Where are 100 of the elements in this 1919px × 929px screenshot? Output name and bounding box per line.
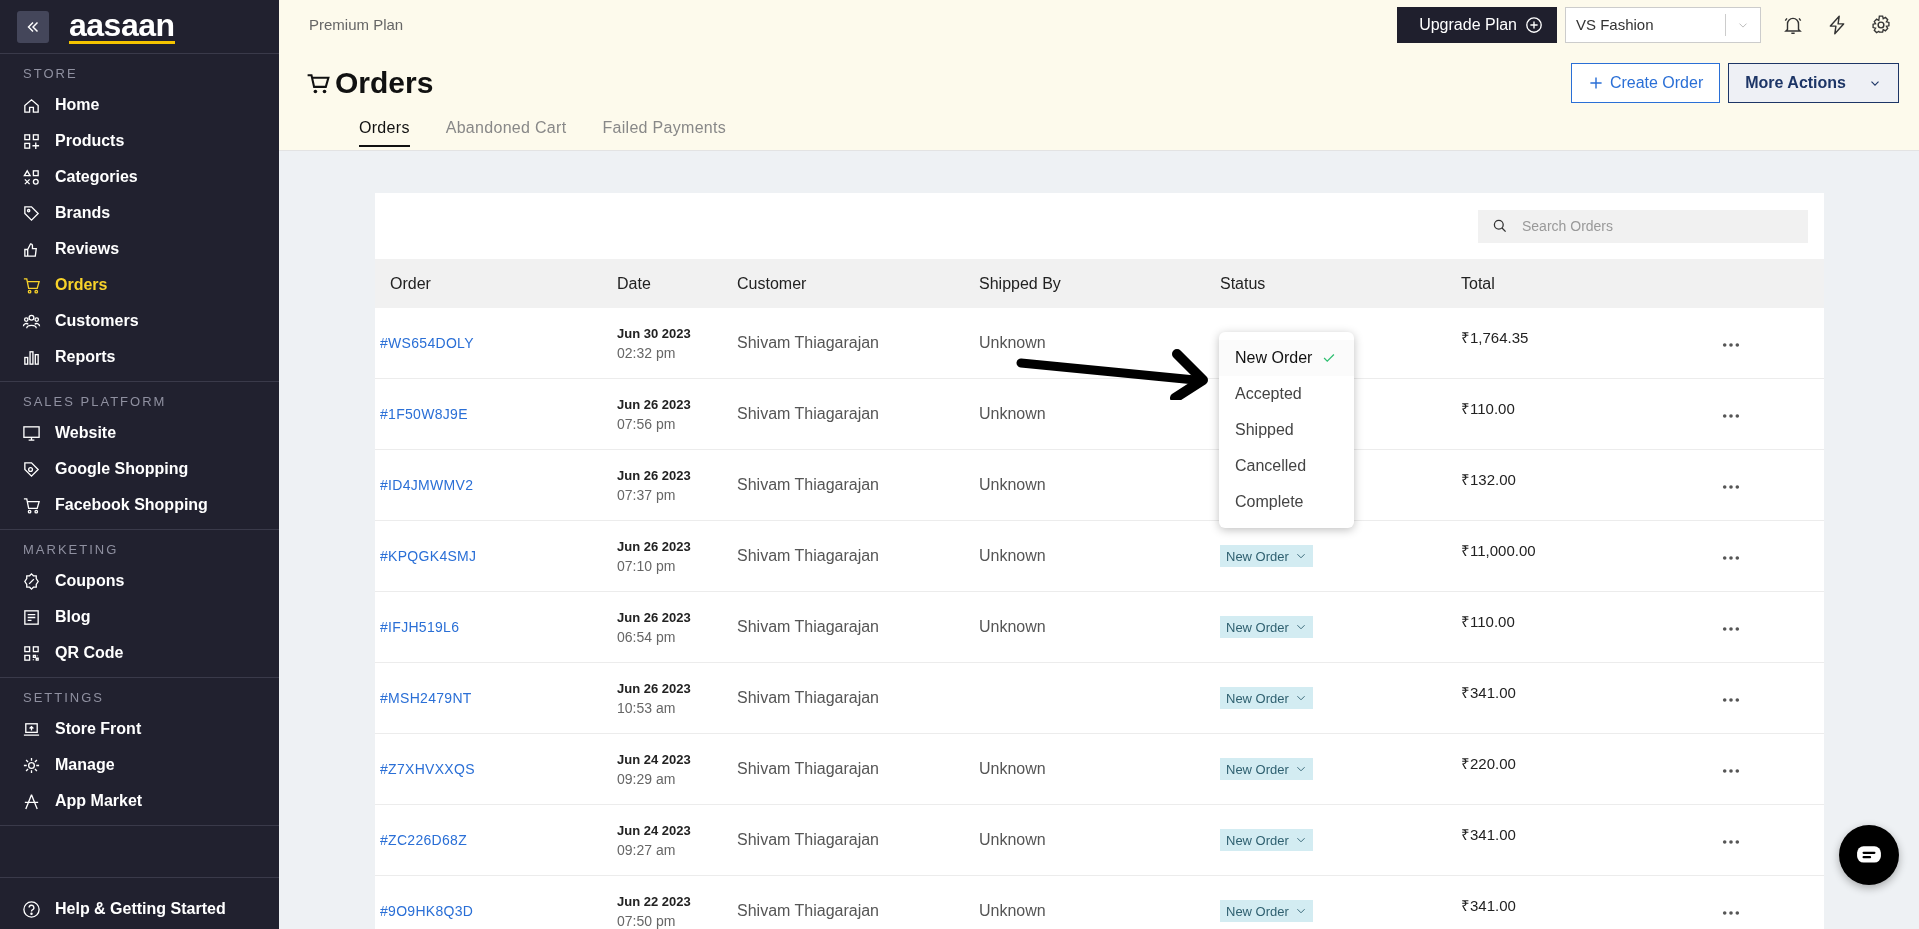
section-title: SETTINGS [22, 690, 105, 707]
badge-icon [22, 571, 41, 591]
check-icon [1322, 351, 1337, 365]
logo: aasaan [69, 9, 175, 44]
customer-name: Shivam Thiagarajan [737, 405, 880, 423]
order-time: 07:56 pm [617, 415, 677, 432]
status-dropdown[interactable]: New Order [1220, 829, 1313, 851]
more-actions-button[interactable]: More Actions [1728, 63, 1899, 103]
order-time: 06:54 pm [617, 628, 677, 645]
plus-icon [1587, 75, 1604, 91]
status-dropdown[interactable]: New Order [1220, 616, 1313, 638]
more-icon[interactable] [1722, 839, 1740, 845]
order-link[interactable]: #Z7XHVXXQS [380, 761, 617, 777]
order-date: Jun 26 2023 [617, 396, 692, 412]
tab[interactable]: Orders [359, 119, 410, 147]
search-field[interactable]: Search Orders [1478, 209, 1808, 243]
status-dropdown[interactable]: New Order [1220, 900, 1313, 922]
sidebar-item[interactable]: Reports [0, 339, 279, 375]
more-icon[interactable] [1722, 342, 1740, 348]
order-link[interactable]: #9O9HK8Q3D [380, 903, 617, 919]
help-icon [22, 899, 41, 919]
status-option[interactable]: Cancelled [1219, 448, 1354, 484]
order-total: ₹132.00 [1461, 470, 1517, 489]
upgrade-plan-button[interactable]: Upgrade Plan [1397, 6, 1557, 43]
more-icon[interactable] [1722, 484, 1740, 490]
order-date: Jun 24 2023 [617, 822, 692, 838]
customer-name: Shivam Thiagarajan [737, 334, 880, 352]
sidebar-item[interactable]: Reviews [0, 231, 279, 267]
order-link[interactable]: #MSH2479NT [380, 690, 617, 706]
shipped-by: Unknown [979, 405, 1047, 423]
sidebar-item[interactable]: App Market [0, 783, 279, 819]
customer-name: Shivam Thiagarajan [737, 831, 880, 849]
section-title: MARKETING [22, 542, 120, 559]
customer-name: Shivam Thiagarajan [737, 547, 880, 565]
order-total: ₹341.00 [1461, 896, 1517, 915]
status-option[interactable]: Shipped [1219, 412, 1354, 448]
order-link[interactable]: #KPQGK4SMJ [380, 548, 617, 564]
customer-name: Shivam Thiagarajan [737, 902, 880, 920]
shipped-by: Unknown [979, 547, 1047, 565]
store-select[interactable]: VS Fashion [1565, 6, 1761, 43]
sidebar-item[interactable]: Customers [0, 303, 279, 339]
shipped-by: Unknown [979, 902, 1047, 920]
order-date: Jun 24 2023 [617, 751, 692, 767]
order-date: Jun 26 2023 [617, 538, 692, 554]
search-icon [1492, 217, 1508, 234]
sidebar-item[interactable]: Home [0, 87, 279, 123]
order-link[interactable]: #1F50W8J9E [380, 406, 617, 422]
customer-name: Shivam Thiagarajan [737, 760, 880, 778]
shipped-by: Unknown [979, 334, 1047, 352]
shipped-by: Unknown [979, 831, 1047, 849]
more-icon[interactable] [1722, 768, 1740, 774]
more-icon[interactable] [1722, 697, 1740, 703]
tab[interactable]: Abandoned Cart [445, 119, 567, 147]
sidebar-item[interactable]: Facebook Shopping [0, 487, 279, 523]
order-time: 07:37 pm [617, 486, 677, 503]
status-dropdown[interactable]: New Order [1220, 687, 1313, 709]
order-link[interactable]: #IFJH519L6 [380, 619, 617, 635]
sidebar-item[interactable]: Manage [0, 747, 279, 783]
sidebar-item[interactable]: QR Code [0, 635, 279, 671]
order-date: Jun 22 2023 [617, 893, 692, 909]
grid-icon [22, 131, 41, 151]
plan-label: Premium Plan [309, 16, 404, 33]
sidebar-item[interactable]: Google Shopping [0, 451, 279, 487]
settings-icon[interactable] [1870, 13, 1892, 36]
create-order-button[interactable]: Create Order [1570, 63, 1721, 103]
order-time: 09:29 am [617, 770, 677, 787]
more-icon[interactable] [1722, 555, 1740, 561]
shipped-by: Unknown [979, 760, 1047, 778]
status-dropdown[interactable]: New Order [1220, 545, 1313, 567]
order-link[interactable]: #WS654DOLY [380, 335, 617, 351]
shapes-icon [22, 167, 41, 187]
order-date: Jun 26 2023 [617, 609, 692, 625]
column-header: Order [390, 274, 432, 293]
column-header: Date [617, 274, 652, 293]
sidebar-item[interactable]: Categories [0, 159, 279, 195]
order-time: 10:53 am [617, 699, 677, 716]
sidebar-item[interactable]: Coupons [0, 563, 279, 599]
order-total: ₹1,764.35 [1461, 328, 1530, 347]
sidebar-item[interactable]: Products [0, 123, 279, 159]
tag-icon [22, 203, 41, 223]
shipped-by: Unknown [979, 618, 1047, 636]
section-title: STORE [22, 66, 79, 83]
more-icon[interactable] [1722, 413, 1740, 419]
sidebar-item[interactable]: Store Front [0, 711, 279, 747]
more-icon[interactable] [1722, 910, 1740, 916]
order-time: 09:27 am [617, 841, 677, 858]
sidebar-item[interactable]: Orders [0, 267, 279, 303]
order-link[interactable]: #ID4JMWMV2 [380, 477, 617, 493]
status-option[interactable]: Complete [1219, 484, 1354, 520]
status-option[interactable]: Accepted [1219, 376, 1354, 412]
order-link[interactable]: #ZC226D68Z [380, 832, 617, 848]
sidebar-item[interactable]: Brands [0, 195, 279, 231]
sidebar-item[interactable]: Website [0, 415, 279, 451]
collapse-button[interactable] [17, 10, 49, 43]
order-date: Jun 26 2023 [617, 467, 692, 483]
status-option[interactable]: New Order [1219, 340, 1354, 376]
sidebar-item[interactable]: Blog [0, 599, 279, 635]
order-date: Jun 26 2023 [617, 680, 692, 696]
status-dropdown[interactable]: New Order [1220, 758, 1313, 780]
more-icon[interactable] [1722, 626, 1740, 632]
